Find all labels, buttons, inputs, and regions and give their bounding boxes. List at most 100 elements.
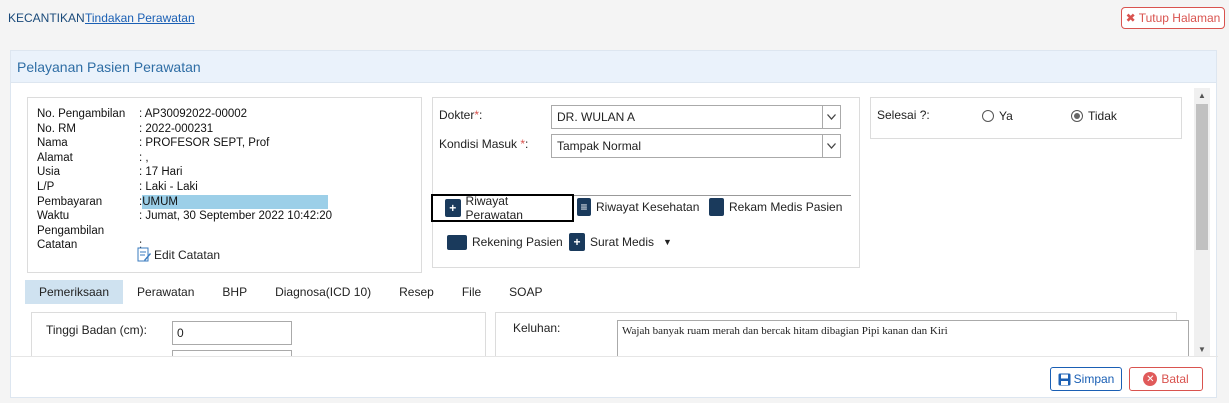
- rekam-medis-button[interactable]: Rekam Medis Pasien: [709, 193, 842, 221]
- patient-label: No. Pengambilan: [37, 108, 126, 120]
- bill-icon: [447, 234, 467, 250]
- cancel-button[interactable]: ✕ Batal: [1129, 367, 1203, 391]
- riwayat-perawatan-label: Riwayat Perawatan: [465, 194, 523, 222]
- patient-row: No. Pengambilan : AP30092022-00002: [37, 107, 332, 122]
- save-icon: [1058, 373, 1071, 385]
- radio-yes-circle: [982, 110, 994, 122]
- radio-no-circle: [1071, 110, 1083, 122]
- patient-value: : Jumat, 30 September 2022 10:42:20: [139, 210, 333, 223]
- doctor-field-label: Dokter*:: [439, 108, 482, 122]
- patient-value: : 17 Hari: [139, 166, 183, 179]
- patient-label: Alamat: [37, 151, 73, 164]
- condition-field-label: Kondisi Masuk *:: [439, 137, 528, 151]
- scroll-down-icon[interactable]: ▼: [1194, 342, 1210, 356]
- patient-info-list: No. Pengambilan : AP30092022-00002 No. RM…: [37, 107, 332, 253]
- book-icon: [709, 198, 724, 216]
- tab-resep[interactable]: Resep: [385, 280, 448, 304]
- caret-down-icon: ▼: [663, 237, 672, 247]
- cancel-icon: ✕: [1143, 372, 1158, 386]
- save-button[interactable]: Simpan: [1050, 367, 1122, 391]
- patient-value: : PROFESOR SEPT, Prof: [139, 137, 270, 150]
- doctor-value: DR. WULAN A: [557, 110, 636, 124]
- patient-row: No. RM : 2022-000231: [37, 122, 332, 137]
- footer: Simpan ✕ Batal: [11, 356, 1218, 398]
- cancel-label: Batal: [1161, 372, 1189, 386]
- patient-label: Catatan: [37, 239, 78, 252]
- patient-value: : AP30092022-00002: [139, 108, 248, 120]
- patient-row: Waktu Pengambilan : Jumat, 30 September 2…: [37, 209, 332, 238]
- rekam-medis-label: Rekam Medis Pasien: [729, 200, 843, 214]
- radio-yes-label: Ya: [999, 109, 1013, 123]
- patient-row: Alamat : ,: [37, 151, 332, 166]
- panel-content: No. Pengambilan : AP30092022-00002 No. RM…: [11, 84, 1218, 356]
- patient-row: Nama : PROFESOR SEPT, Prof: [37, 136, 332, 151]
- patient-label: Nama: [37, 137, 68, 150]
- doctor-box: Dokter*: DR. WULAN A Kondisi Masuk *: Ta…: [431, 97, 860, 268]
- patient-info-box: No. Pengambilan : AP30092022-00002 No. RM…: [27, 97, 422, 273]
- breadcrumb-root[interactable]: KECANTIKAN: [8, 11, 85, 25]
- rekening-pasien-button[interactable]: Rekening Pasien: [447, 228, 563, 256]
- rekening-pasien-label: Rekening Pasien: [472, 235, 563, 249]
- condition-value: Tampak Normal: [557, 139, 642, 153]
- save-label: Simpan: [1073, 372, 1115, 386]
- x-icon: ✖: [1125, 11, 1136, 25]
- surat-medis-label: Surat Medis: [590, 235, 655, 249]
- radio-yes[interactable]: Ya: [982, 109, 1013, 123]
- riwayat-kesehatan-label: Riwayat Kesehatan: [596, 200, 700, 214]
- condition-label: Kondisi Masuk: [439, 137, 521, 151]
- tab-diagnosa[interactable]: Diagnosa(ICD 10): [261, 280, 385, 304]
- service-panel: Pelayanan Pasien Perawatan No. Pengambil…: [10, 50, 1218, 398]
- panel-title: Pelayanan Pasien Perawatan: [11, 51, 1216, 83]
- payment-highlight: UMUM: [142, 194, 329, 210]
- tab-bar: Pemeriksaan Perawatan BHP Diagnosa(ICD 1…: [25, 280, 557, 304]
- completion-label: Selesai ?:: [877, 108, 930, 122]
- add-document-icon: +: [569, 233, 585, 251]
- complaint-textarea[interactable]: Wajah banyak ruam merah dan bercak hitam…: [617, 320, 1189, 356]
- tab-pemeriksaan[interactable]: Pemeriksaan: [25, 280, 124, 304]
- label-colon: :: [525, 137, 529, 151]
- radio-no-label: Tidak: [1088, 109, 1117, 123]
- radio-no[interactable]: Tidak: [1071, 109, 1117, 123]
- edit-note-link[interactable]: Edit Catatan: [137, 247, 220, 262]
- height-label: Tinggi Badan (cm):: [46, 323, 147, 337]
- patient-label: L/P: [37, 180, 55, 193]
- patient-row: Usia : 17 Hari: [37, 165, 332, 180]
- complaint-label: Keluhan:: [513, 321, 561, 335]
- patient-label: Waktu Pengambilan: [37, 210, 105, 237]
- breadcrumb-current[interactable]: Tindakan Perawatan: [85, 11, 195, 25]
- tab-file[interactable]: File: [448, 280, 495, 304]
- patient-value: : Laki - Laki: [139, 180, 198, 193]
- scroll-thumb[interactable]: [1196, 104, 1208, 250]
- riwayat-kesehatan-button[interactable]: ≡ Riwayat Kesehatan: [577, 193, 699, 221]
- patient-label: No. RM: [37, 122, 76, 135]
- add-folder-icon: +: [445, 199, 461, 217]
- exam-box: Tinggi Badan (cm): 0: [31, 312, 486, 356]
- condition-select[interactable]: Tampak Normal: [551, 134, 841, 158]
- surat-medis-dropdown[interactable]: + Surat Medis ▼: [569, 228, 672, 256]
- health-record-icon: ≡: [577, 198, 591, 216]
- chevron-down-icon: [822, 135, 840, 157]
- vertical-scrollbar[interactable]: ▲ ▼: [1194, 88, 1210, 356]
- completion-box: Selesai ?: Ya Tidak: [870, 97, 1182, 139]
- close-page-label: Tutup Halaman: [1138, 11, 1221, 25]
- height-input[interactable]: 0: [172, 321, 292, 345]
- chevron-down-icon: [822, 106, 840, 128]
- tab-bhp[interactable]: BHP: [208, 280, 261, 304]
- patient-row: L/P : Laki - Laki: [37, 180, 332, 195]
- edit-note-label: Edit Catatan: [154, 247, 221, 262]
- patient-label: Usia: [37, 166, 61, 179]
- patient-label: Pembayaran: [37, 195, 103, 208]
- riwayat-perawatan-button[interactable]: + Riwayat Perawatan: [431, 194, 574, 222]
- close-page-button[interactable]: ✖ Tutup Halaman: [1121, 7, 1225, 29]
- scroll-up-icon[interactable]: ▲: [1194, 88, 1210, 102]
- patient-value: : ,: [139, 151, 149, 164]
- patient-row: Pembayaran: UMUM: [37, 194, 332, 210]
- tab-perawatan[interactable]: Perawatan: [123, 280, 208, 304]
- doctor-label: Dokter: [439, 108, 475, 122]
- doctor-select[interactable]: DR. WULAN A: [551, 105, 841, 129]
- top-bar: KECANTIKAN Tindakan Perawatan ✖ Tutup Ha…: [0, 0, 1229, 36]
- patient-value: : 2022-000231: [139, 122, 214, 135]
- label-colon: :: [479, 108, 483, 122]
- complaint-box: Keluhan: Wajah banyak ruam merah dan ber…: [495, 312, 1189, 356]
- tab-soap[interactable]: SOAP: [495, 280, 556, 304]
